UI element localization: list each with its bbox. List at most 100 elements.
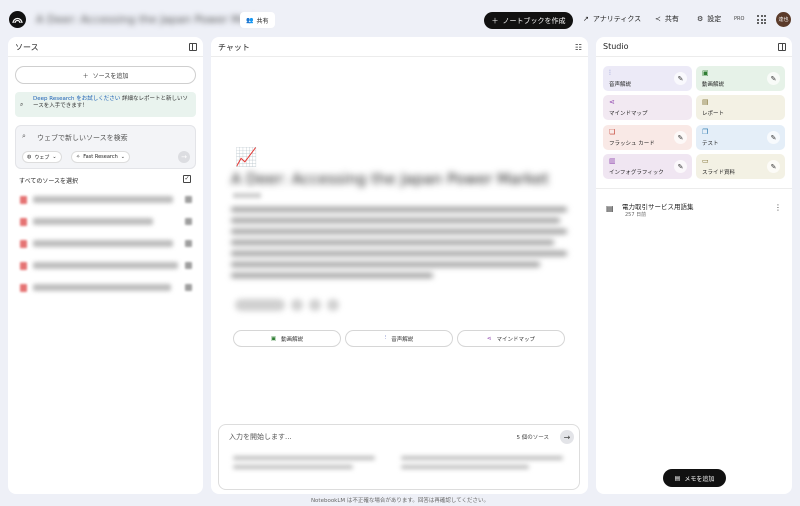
add-source-button[interactable]: ＋ ソースを追加 <box>15 66 196 84</box>
arrow-right-icon: → <box>181 153 187 161</box>
chat-input-area: 入力を開始します... 5 個のソース → <box>218 424 580 490</box>
source-item[interactable] <box>20 260 192 272</box>
divider <box>596 188 792 189</box>
tile-label: スライド資料 <box>702 170 736 176</box>
tile-video-overview[interactable]: ▣ 動画解説 ✎ <box>696 66 785 91</box>
video-overview-button[interactable]: ▣ 動画解説 <box>233 330 341 347</box>
tile-report[interactable]: ▤ レポート <box>696 95 785 120</box>
chat-input[interactable]: 入力を開始します... <box>229 432 292 442</box>
create-notebook-label: ノートブックを作成 <box>502 16 566 25</box>
edit-icon[interactable]: ✎ <box>767 131 780 144</box>
select-all-checkbox[interactable]: ✓ <box>183 175 191 183</box>
mindmap-button[interactable]: ⋖ マインドマップ <box>457 330 565 347</box>
collapse-panel-icon[interactable] <box>189 43 197 51</box>
tile-mindmap[interactable]: ⋖ マインドマップ <box>603 95 692 120</box>
search-submit-button[interactable]: → <box>178 151 190 163</box>
audio-overview-label: 音声解説 <box>391 336 414 343</box>
studio-panel: Studio ⫶ 音声解説 ✎ ▣ 動画解説 ✎ ⋖ マインドマップ ▤ レポー… <box>596 37 792 494</box>
apps-grid-icon[interactable] <box>757 15 766 24</box>
suggested-question[interactable] <box>229 451 379 479</box>
source-item[interactable] <box>20 238 192 250</box>
save-note-button[interactable] <box>235 299 285 311</box>
analytics-button[interactable]: ↗ アナリティクス <box>583 14 641 24</box>
top-bar: A Deer: Accessing the Japan Power Market… <box>0 0 800 38</box>
source-checkbox[interactable] <box>185 262 192 269</box>
edit-icon[interactable]: ✎ <box>767 160 780 173</box>
settings-button[interactable]: ⚙ 設定 <box>697 14 721 24</box>
note-icon: ▤ <box>606 204 614 213</box>
tile-flashcards[interactable]: ❏ フラッシュ カード ✎ <box>603 125 692 150</box>
suggested-question[interactable] <box>397 451 567 479</box>
create-notebook-button[interactable]: ＋ ノートブックを作成 <box>484 12 573 29</box>
mindmap-icon: ⋖ <box>609 98 615 106</box>
tile-label: インフォグラフィック <box>609 170 664 176</box>
edit-icon[interactable]: ✎ <box>674 131 687 144</box>
copy-icon[interactable] <box>291 299 303 311</box>
tile-label: マインドマップ <box>609 111 648 117</box>
edit-icon[interactable]: ✎ <box>674 160 687 173</box>
video-icon: ▣ <box>270 335 277 342</box>
chat-panel: チャット ☷ 📈 A Deer: Accessing the Japan Pow… <box>211 37 588 494</box>
plus-icon: ＋ <box>491 16 499 25</box>
pdf-icon <box>20 262 27 270</box>
audio-icon: ⫶ <box>609 69 611 77</box>
disclaimer-text: NotebookLM は不正確な場合があります。回答は再確認してください。 <box>310 498 490 504</box>
send-button[interactable]: → <box>560 430 574 444</box>
infographic-icon: ▥ <box>609 157 616 165</box>
notebook-heading: A Deer: Accessing the Japan Power Market <box>231 170 549 188</box>
pdf-icon <box>20 196 27 204</box>
thumbs-down-icon[interactable] <box>327 299 339 311</box>
source-checkbox[interactable] <box>185 284 192 291</box>
fast-research-dropdown[interactable]: ✧ Fast Research ⌄ <box>71 151 130 163</box>
search-icon: ⌕ <box>22 132 26 140</box>
tile-slides[interactable]: ▭ スライド資料 ✎ <box>696 154 785 179</box>
source-checkbox[interactable] <box>185 196 192 203</box>
settings-label: 設定 <box>707 15 722 23</box>
tile-label: テスト <box>702 141 719 147</box>
source-count: 5 個のソース <box>516 435 549 441</box>
edit-icon[interactable]: ✎ <box>767 72 780 85</box>
trend-icon: ↗ <box>583 15 589 23</box>
tile-quiz[interactable]: ❐ テスト ✎ <box>696 125 785 150</box>
note-item[interactable]: ▤ 電力取引サービス用語集 257 日前 ⋮ <box>606 200 782 220</box>
studio-header: Studio <box>596 37 792 57</box>
sources-title: ソース <box>15 43 39 52</box>
deep-research-link[interactable]: Deep Research をお試しください <box>33 96 120 102</box>
source-checkbox[interactable] <box>185 240 192 247</box>
share-button[interactable]: ≺ 共有 <box>655 14 679 24</box>
globe-icon: ◍ <box>27 154 32 160</box>
audio-overview-button[interactable]: ⫶ 音声解説 <box>345 330 453 347</box>
notebook-summary <box>231 207 567 283</box>
shared-chip[interactable]: 👥 共有 <box>240 12 275 28</box>
slides-icon: ▭ <box>702 157 709 165</box>
tile-audio-overview[interactable]: ⫶ 音声解説 ✎ <box>603 66 692 91</box>
note-add-icon: ▤ <box>674 474 681 482</box>
edit-icon[interactable]: ✎ <box>674 72 687 85</box>
notebook-title[interactable]: A Deer: Accessing the Japan Power Market <box>36 13 269 26</box>
share-label: 共有 <box>664 15 679 23</box>
pdf-icon <box>20 240 27 248</box>
plus-icon: ＋ <box>82 72 89 80</box>
tune-settings-icon[interactable]: ☷ <box>575 43 582 52</box>
search-input[interactable]: ウェブで新しいソースを検索 <box>37 133 128 143</box>
note-title: 電力取引サービス用語集 <box>622 203 694 211</box>
mindmap-icon: ⋖ <box>486 335 492 342</box>
thumbs-up-icon[interactable] <box>309 299 321 311</box>
deep-research-banner: ⌕ Deep Research をお試しください 詳細なレポートと新しいソースを… <box>15 92 196 117</box>
sparkle-search-icon: ✧ <box>76 154 81 160</box>
tile-label: 音声解説 <box>609 82 632 88</box>
sources-panel: ソース ＋ ソースを追加 ⌕ Deep Research をお試しください 詳細… <box>8 37 203 494</box>
add-memo-label: メモを追加 <box>684 475 715 483</box>
web-dropdown[interactable]: ◍ ウェブ ⌄ <box>22 151 62 163</box>
studio-title: Studio <box>603 42 629 51</box>
source-item[interactable] <box>20 282 192 294</box>
avatar[interactable]: 達也 <box>776 12 791 27</box>
source-item[interactable] <box>20 194 192 206</box>
collapse-panel-icon[interactable] <box>778 43 786 51</box>
more-options-icon[interactable]: ⋮ <box>774 203 782 212</box>
notebooklm-logo-icon[interactable] <box>9 11 26 28</box>
tile-infographic[interactable]: ▥ インフォグラフィック ✎ <box>603 154 692 179</box>
source-item[interactable] <box>20 216 192 228</box>
add-memo-button[interactable]: ▤ メモを追加 <box>663 469 726 487</box>
source-checkbox[interactable] <box>185 218 192 225</box>
